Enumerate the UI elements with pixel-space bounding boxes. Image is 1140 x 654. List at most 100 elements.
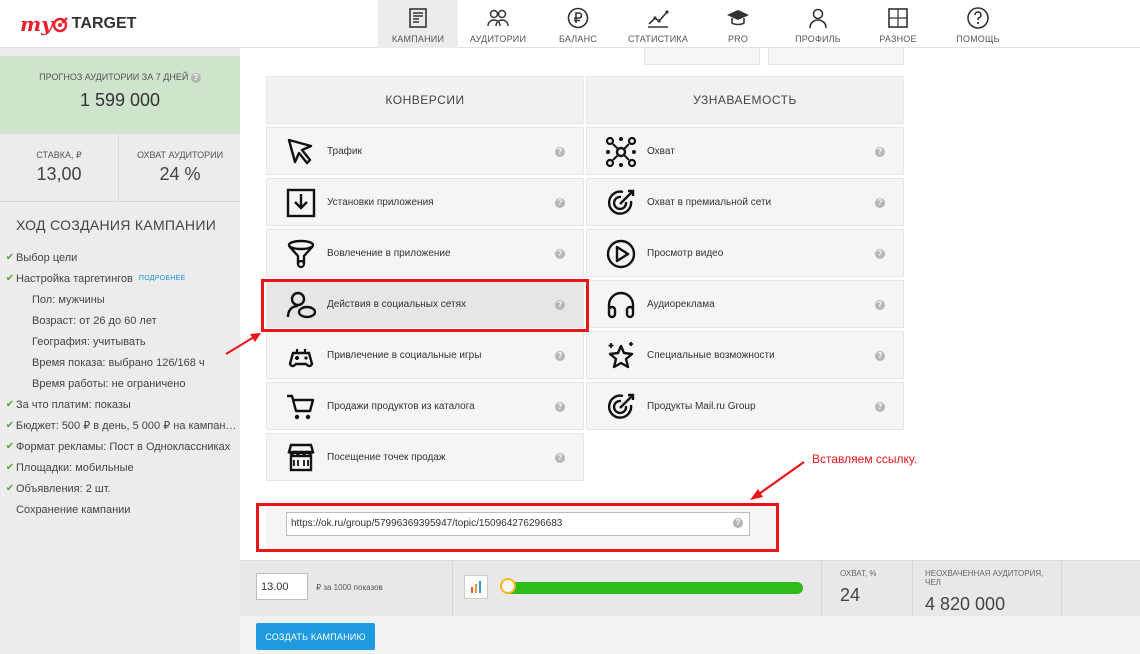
goal-label: Трафик: [327, 145, 362, 157]
funnel-icon: [287, 239, 315, 269]
nav-pro-label: PRO: [727, 34, 749, 44]
progress-step: ✔ Выбор цели: [4, 247, 238, 268]
rate-label: СТАВКА, ₽: [36, 150, 82, 160]
check-icon: ✔: [5, 483, 15, 494]
help-icon[interactable]: ?: [190, 72, 201, 83]
help-icon[interactable]: ?: [555, 249, 565, 259]
progress-step-text: Площадки: мобильные: [16, 461, 134, 474]
create-campaign-button[interactable]: СОЗДАТЬ КАМПАНИЮ: [256, 623, 375, 650]
bottom-uncovered: НЕОХВАЧЕННАЯ АУДИТОРИЯ, ЧЕЛ 4 820 000: [912, 561, 1062, 617]
bottom-reach-label: ОХВАТ, %: [840, 569, 877, 578]
nav-profile-label: ПРОФИЛЬ: [795, 34, 841, 44]
progress-step-text: Формат рекламы: Пост в Одноклассниках: [16, 440, 231, 453]
goal-label: Привлечение в социальные игры: [327, 349, 482, 361]
check-icon: ✔: [5, 462, 15, 473]
reach-label: ОХВАТ АУДИТОРИИ: [136, 150, 224, 160]
highlight-link-field: [256, 503, 779, 552]
progress-step: ✔ Бюджет: 500 ₽ в день, 5 000 ₽ на кампан…: [4, 415, 238, 436]
gamepad-icon: [288, 349, 314, 368]
goal-conversions-0[interactable]: Трафик?: [266, 127, 584, 175]
mytarget-logo[interactable]: my TARGET: [20, 10, 136, 38]
nav-misc[interactable]: РАЗНОЕ: [858, 0, 938, 48]
nav-pro[interactable]: PRO: [698, 0, 778, 48]
bottom-reach-value: 24: [840, 585, 861, 605]
play-icon: [606, 239, 636, 269]
progress-step-text: Выбор цели: [16, 251, 78, 264]
nav-campaigns[interactable]: КАМПАНИИ: [378, 0, 458, 48]
graduation-cap-icon: [727, 10, 749, 26]
target-icon: [607, 393, 635, 419]
more-link[interactable]: ПОДРОБНЕЕ: [139, 275, 186, 282]
goal-label: Аудиореклама: [647, 298, 715, 310]
help-icon[interactable]: ?: [555, 453, 565, 463]
nav-campaigns-label: КАМПАНИИ: [391, 34, 445, 44]
goal-label: Специальные возможности: [647, 349, 775, 361]
reach-icon: [605, 136, 637, 168]
store-icon: [287, 443, 315, 472]
nav-statistics-label: СТАТИСТИКА: [627, 34, 689, 44]
nav-help[interactable]: ПОМОЩЬ: [938, 0, 1018, 48]
star-icon: [608, 342, 634, 369]
statistics-icon: [648, 10, 669, 28]
goal-conversions-2[interactable]: Вовлечение в приложение?: [266, 229, 584, 277]
help-icon[interactable]: ?: [555, 147, 565, 157]
progress-step-text: Время показа: выбрано 126/168 ч: [32, 356, 205, 369]
help-icon[interactable]: ?: [875, 249, 885, 259]
campaigns-icon: [409, 8, 427, 28]
progress-title: ХОД СОЗДАНИЯ КАМПАНИИ: [16, 217, 217, 233]
reach-stat: ОХВАТ АУДИТОРИИ 24 %: [120, 134, 240, 202]
bar-chart-icon: [471, 581, 481, 593]
rate-slider-track[interactable]: [503, 582, 803, 594]
rate-input[interactable]: 13.00: [256, 573, 308, 600]
rate-slider-knob[interactable]: [500, 578, 516, 594]
rate-value: 13,00: [36, 164, 82, 184]
progress-step: ✔ Площадки: мобильные: [4, 457, 238, 478]
progress-step-text: Возраст: от 26 до 60 лет: [32, 314, 157, 327]
audience-forecast: ПРОГНОЗ АУДИТОРИИ ЗА 7 ДНЕЙ ? 1 599 000: [0, 56, 240, 134]
conversions-header[interactable]: КОНВЕРСИИ: [266, 76, 584, 124]
help-icon[interactable]: ?: [555, 402, 565, 412]
progress-step-text: За что платим: показы: [16, 398, 131, 411]
progress-step: Время работы: не ограничено: [4, 373, 238, 394]
mytarget-app: my TARGET КАМПАНИИ АУДИТОРИИ БАЛАНС СТАТ…: [0, 0, 1140, 654]
audiences-icon: [487, 9, 509, 27]
chart-button[interactable]: [464, 575, 488, 599]
help-icon[interactable]: ?: [875, 198, 885, 208]
awareness-header[interactable]: УЗНАВАЕМОСТЬ: [586, 76, 904, 124]
nav-audiences[interactable]: АУДИТОРИИ: [458, 0, 538, 48]
help-icon[interactable]: ?: [875, 300, 885, 310]
help-icon[interactable]: ?: [875, 402, 885, 412]
annotation-arrow-social: [225, 333, 261, 355]
nav-balance[interactable]: БАЛАНС: [538, 0, 618, 48]
bottom-uncovered-value: 4 820 000: [925, 594, 1006, 614]
nav-audiences-label: АУДИТОРИИ: [469, 34, 527, 44]
forecast-value: 1 599 000: [79, 90, 161, 110]
goal-awareness-1[interactable]: Охват в премиальной сети?: [586, 178, 904, 226]
help-icon[interactable]: ?: [555, 351, 565, 361]
goal-awareness-5[interactable]: Продукты Mail.ru Group?: [586, 382, 904, 430]
nav-statistics[interactable]: СТАТИСТИКА: [618, 0, 698, 48]
rate-stat: СТАВКА, ₽ 13,00: [0, 134, 119, 202]
ruble-icon: [567, 7, 589, 29]
goal-awareness-4[interactable]: Специальные возможности?: [586, 331, 904, 379]
help-icon[interactable]: ?: [555, 198, 565, 208]
goal-conversions-6[interactable]: Посещение точек продаж?: [266, 433, 584, 481]
logo-target-icon: [52, 17, 68, 33]
goal-awareness-0[interactable]: Охват?: [586, 127, 904, 175]
goal-selection: КОНВЕРСИИ УЗНАВАЕМОСТЬ Трафик? Установки …: [240, 48, 1140, 560]
download-icon: [286, 188, 316, 218]
goal-label: Охват в премиальной сети: [647, 196, 772, 208]
help-icon[interactable]: ?: [875, 147, 885, 157]
goal-conversions-1[interactable]: Установки приложения?: [266, 178, 584, 226]
top-field-stub-2: [768, 48, 904, 65]
help-icon[interactable]: ?: [875, 351, 885, 361]
goal-label: Охват: [647, 145, 675, 157]
goal-awareness-2[interactable]: Просмотр видео?: [586, 229, 904, 277]
goal-conversions-4[interactable]: Привлечение в социальные игры?: [266, 331, 584, 379]
annotation-note: Вставляем ссылку.: [812, 452, 918, 466]
nav-misc-label: РАЗНОЕ: [879, 34, 917, 44]
goal-awareness-3[interactable]: Аудиореклама?: [586, 280, 904, 328]
nav-profile[interactable]: ПРОФИЛЬ: [778, 0, 858, 48]
top-header: my TARGET КАМПАНИИ АУДИТОРИИ БАЛАНС СТАТ…: [0, 0, 1140, 48]
goal-conversions-5[interactable]: Продажи продуктов из каталога?: [266, 382, 584, 430]
